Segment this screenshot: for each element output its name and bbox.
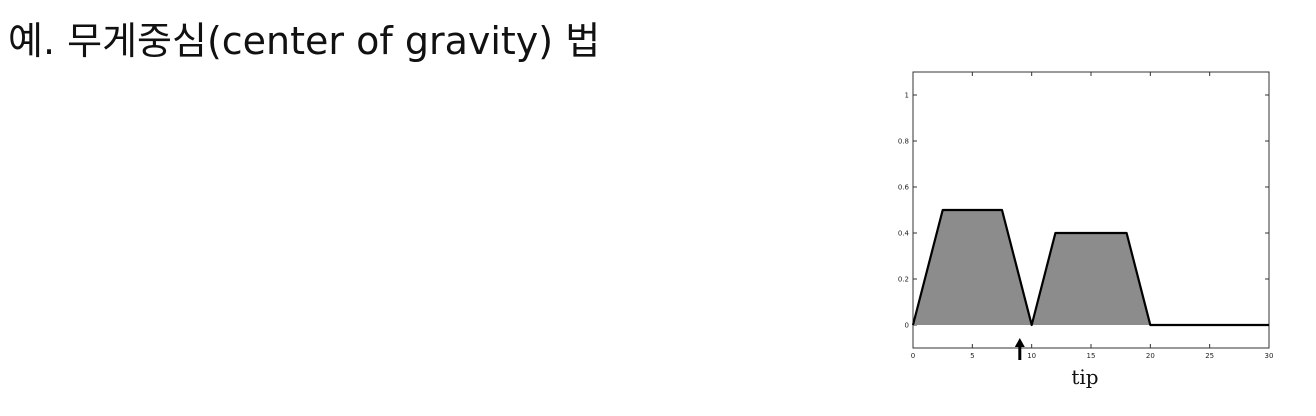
membership-area bbox=[913, 210, 1269, 325]
x-tick-label: 0 bbox=[911, 352, 915, 360]
x-tick-label: 15 bbox=[1087, 352, 1096, 360]
x-tick-label: 20 bbox=[1146, 352, 1155, 360]
plot-layer: 00.20.40.60.810 5 10 15 20 25 30 bbox=[898, 71, 1274, 360]
y-tick-label: 0.8 bbox=[898, 138, 909, 146]
x-axis-label: tip bbox=[1071, 365, 1098, 389]
y-tick-label: 0 bbox=[905, 322, 909, 330]
x-tick-label: 25 bbox=[1205, 352, 1214, 360]
x-tick-label: 10 bbox=[1027, 352, 1036, 360]
cog-arrow-head bbox=[1014, 338, 1025, 347]
y-tick-label: 0.4 bbox=[898, 230, 910, 238]
x-tick-label: 30 bbox=[1265, 352, 1274, 360]
y-tick-label: 0.2 bbox=[898, 276, 909, 284]
y-tick-label: 1 bbox=[905, 92, 909, 100]
page-heading: 예. 무게중심(center of gravity) 법 bbox=[8, 19, 601, 63]
membership-function-chart: 00.20.40.60.810 5 10 15 20 25 30 tip bbox=[898, 71, 1274, 389]
y-tick-label: 0.6 bbox=[898, 184, 910, 192]
cutoff-text-line bbox=[0, 0, 900, 2]
x-tick-label: 5 bbox=[970, 352, 974, 360]
